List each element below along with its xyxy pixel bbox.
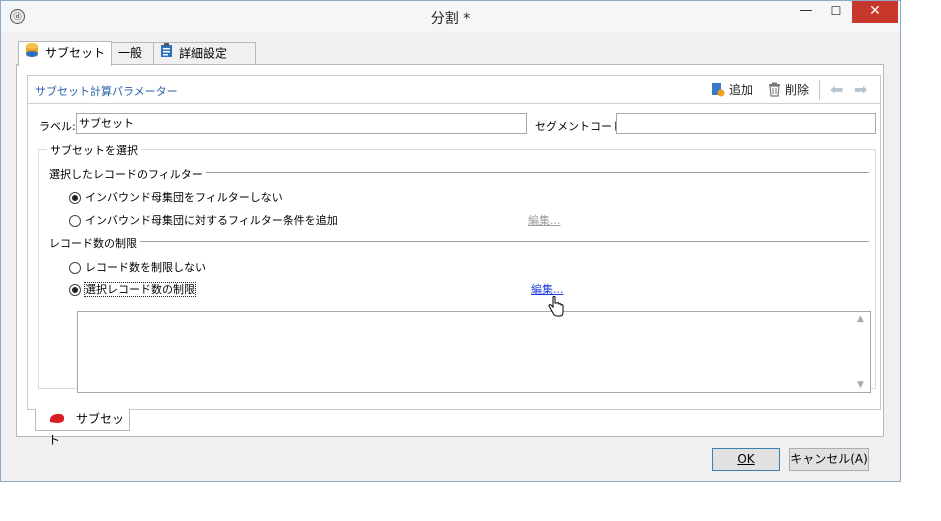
ok-label: OK	[737, 452, 755, 466]
scroll-up-icon[interactable]: ▲	[857, 314, 864, 324]
filter-edit-link[interactable]: 編集...	[528, 212, 561, 228]
form-area: ラベル: サブセット セグメントコード: サブセットを選択 選択したレコードのフ…	[29, 105, 880, 409]
subset-select-group: サブセットを選択 選択したレコードのフィルター インバウンド母集団をフィルターし…	[38, 142, 876, 393]
maximize-button[interactable]: ☐	[823, 1, 849, 23]
filter-option-add[interactable]: インバウンド母集団に対するフィルター条件を追加	[69, 212, 338, 228]
limit-option-none[interactable]: レコード数を制限しない	[69, 259, 206, 275]
title-bar[interactable]: ⓓ 分割 * — ☐ ✕	[1, 1, 900, 32]
tab-general[interactable]: 一般	[111, 42, 154, 65]
segment-code-caption: セグメントコード:	[535, 120, 627, 133]
filter-section-title: 選択したレコードのフィルター	[49, 166, 206, 182]
toolbar-separator	[819, 80, 820, 100]
hand-cursor-icon	[547, 296, 565, 321]
add-icon	[711, 82, 725, 100]
window-title: 分割 *	[430, 11, 471, 27]
arrow-right-icon[interactable]: ➡	[854, 80, 867, 99]
close-button[interactable]: ✕	[852, 1, 898, 23]
limit-option-none-label: レコード数を制限しない	[85, 261, 206, 274]
minimize-button[interactable]: —	[793, 1, 819, 23]
filter-option-none-label: インバウンド母集団をフィルターしない	[85, 191, 283, 204]
tab-advanced-label: 詳細設定	[179, 46, 228, 61]
filter-option-add-label: インバウンド母集団に対するフィルター条件を追加	[85, 214, 338, 227]
clipboard-icon	[160, 43, 173, 65]
tab-general-label: 一般	[118, 46, 143, 60]
group-title: サブセットを選択	[47, 142, 141, 158]
radio-unselected[interactable]	[69, 215, 81, 227]
ok-button[interactable]: OK	[712, 448, 780, 471]
limit-summary-textarea[interactable]: ▲ ▼	[77, 311, 871, 393]
label-caption: ラベル:	[39, 120, 76, 133]
filter-option-none[interactable]: インバウンド母集団をフィルターしない	[69, 189, 283, 205]
bottom-tab-subset[interactable]: サブセット	[35, 409, 130, 447]
limit-option-select-label: 選択レコード数の制限	[84, 282, 196, 297]
subset-shape-icon	[48, 410, 66, 430]
dialog-window: ⓓ 分割 * — ☐ ✕ サブセット 一般 詳細設定 サブセット計算パラメーター	[0, 0, 901, 482]
tab-panel: サブセット計算パラメーター 追加 削除 ⬅ ➡ ラベル: サブセット セグメント…	[16, 64, 884, 447]
section-title: サブセット計算パラメーター	[35, 85, 178, 98]
limit-divider	[49, 241, 869, 242]
database-icon	[25, 42, 39, 65]
vertical-scrollbar[interactable]: ▲ ▼	[853, 312, 870, 392]
cancel-button[interactable]: キャンセル(A)	[789, 448, 869, 471]
subset-panel: サブセット計算パラメーター 追加 削除 ⬅ ➡ ラベル: サブセット セグメント…	[27, 75, 881, 410]
limit-option-select[interactable]: 選択レコード数の制限	[69, 281, 196, 297]
limit-section-title: レコード数の制限	[49, 235, 140, 251]
scroll-down-icon[interactable]: ▼	[857, 380, 864, 390]
delete-label: 削除	[785, 83, 810, 97]
radio-unselected[interactable]	[69, 262, 81, 274]
add-button[interactable]: 追加	[711, 81, 753, 100]
limit-edit-link[interactable]: 編集...	[531, 281, 564, 297]
trash-icon	[768, 82, 781, 100]
label-input[interactable]: サブセット	[76, 113, 527, 134]
radio-selected[interactable]	[69, 284, 81, 296]
radio-selected[interactable]	[69, 192, 81, 204]
delete-button[interactable]: 削除	[768, 81, 809, 100]
tab-subset[interactable]: サブセット	[18, 41, 112, 66]
tab-subset-label: サブセット	[45, 46, 106, 60]
add-label: 追加	[729, 83, 754, 97]
section-header: サブセット計算パラメーター 追加 削除 ⬅ ➡	[28, 76, 880, 104]
segment-code-input[interactable]	[616, 113, 876, 134]
tab-advanced[interactable]: 詳細設定	[153, 42, 256, 65]
arrow-left-icon[interactable]: ⬅	[830, 80, 843, 99]
